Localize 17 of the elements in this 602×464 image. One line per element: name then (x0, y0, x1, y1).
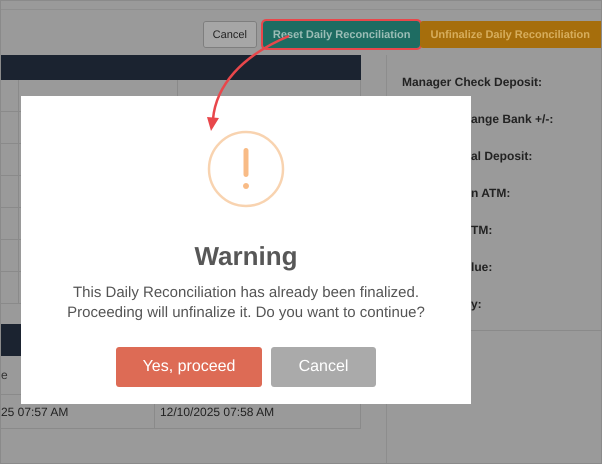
summary-label: ange Bank +/-: (471, 112, 554, 126)
dialog-message: This Daily Reconciliation has already been finalized. Proceeding will unfinalize it. Do you want to continue? (67, 283, 425, 323)
summary-label: lue: (471, 260, 492, 274)
summary-label: y: (471, 296, 482, 310)
summary-label: n ATM: (471, 186, 510, 200)
dialog-button[interactable]: Cancel (271, 347, 376, 387)
toolbar-button[interactable]: Unfinalize Daily Reconciliation (420, 21, 601, 48)
summary-label: al Deposit: (471, 148, 532, 162)
dialog-title: Warning (194, 241, 298, 271)
table-cell: 25 07:57 AM (1, 404, 68, 418)
summary-label: TM: (471, 222, 492, 236)
dialog-button[interactable]: Yes, proceed (116, 347, 262, 387)
summary-label: Manager Check Deposit: (402, 74, 542, 88)
toolbar-button[interactable]: Cancel (202, 21, 257, 48)
warning-icon (207, 130, 285, 208)
toolbar-button[interactable]: Reset Daily Reconciliation (262, 21, 420, 48)
column-header: e (1, 368, 8, 382)
